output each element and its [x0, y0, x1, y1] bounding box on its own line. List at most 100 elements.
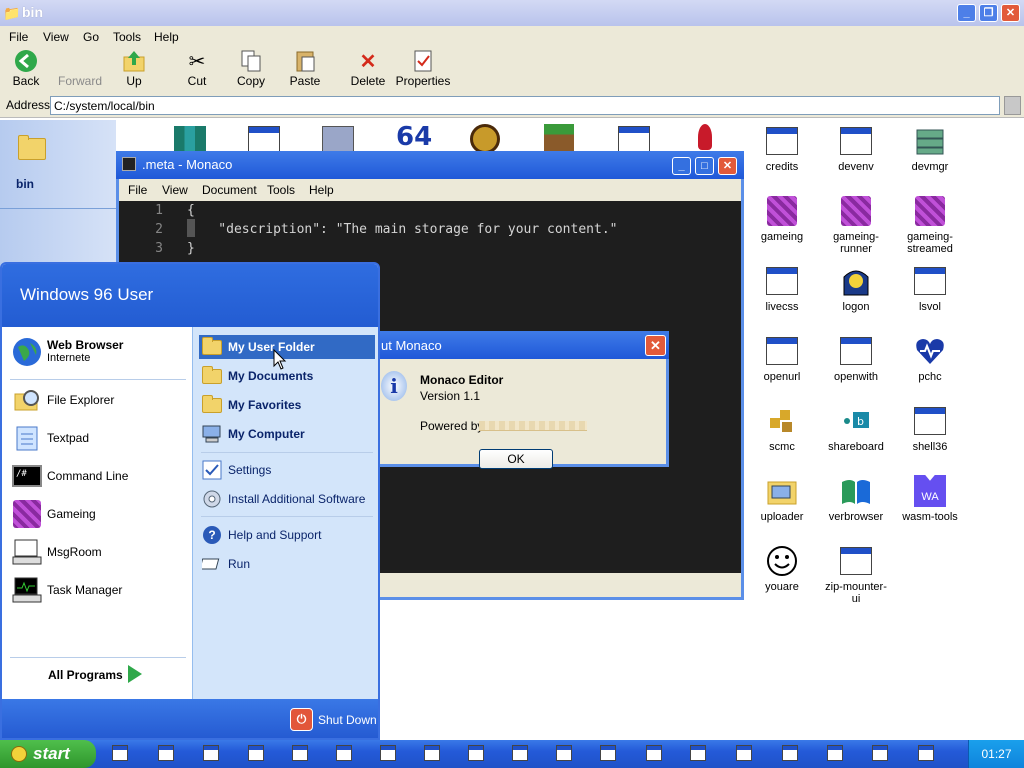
address-input[interactable]	[50, 96, 1000, 115]
taskbar-window-button[interactable]	[292, 745, 308, 761]
file-item-openurl[interactable]: openurl	[747, 334, 817, 383]
window-icon[interactable]	[618, 126, 650, 154]
file-item-openwith[interactable]: openwith	[821, 334, 891, 383]
window-icon[interactable]	[248, 126, 280, 154]
item-help-support[interactable]: ? Help and Support	[199, 523, 375, 547]
close-button[interactable]: ✕	[718, 157, 737, 175]
item-file-explorer[interactable]: File Explorer	[10, 383, 190, 417]
close-button[interactable]: ✕	[645, 335, 666, 356]
file-item-verbrowser[interactable]: verbrowser	[821, 474, 891, 523]
taskbar-window-button[interactable]	[736, 745, 752, 761]
file-item-gameing[interactable]: gameing	[747, 194, 817, 243]
app-icon[interactable]	[174, 126, 206, 152]
computer-icon[interactable]	[322, 126, 354, 152]
menu-file[interactable]: File	[9, 30, 28, 44]
taskbar-window-button[interactable]	[203, 745, 219, 761]
menu-file[interactable]: File	[128, 183, 147, 197]
file-item-credits[interactable]: credits	[747, 124, 817, 173]
wine-icon[interactable]	[698, 124, 712, 150]
menu-tools[interactable]: Tools	[113, 30, 141, 44]
item-settings[interactable]: Settings	[199, 458, 375, 482]
copy-button[interactable]: Copy	[224, 50, 278, 92]
close-button[interactable]: ✕	[1001, 4, 1020, 22]
menu-view[interactable]: View	[162, 183, 188, 197]
file-item-gameing-runner[interactable]: gameing-runner	[821, 194, 891, 255]
maximize-button[interactable]: □	[695, 157, 714, 175]
taskbar-window-button[interactable]	[336, 745, 352, 761]
cut-button[interactable]: ✂ Cut	[170, 50, 224, 92]
ok-button[interactable]: OK	[479, 449, 553, 469]
explorer-titlebar[interactable]: 📁 bin _ ❐ ✕	[0, 0, 1024, 26]
file-item-logon[interactable]: logon	[821, 264, 891, 313]
taskbar-window-button[interactable]	[918, 745, 934, 761]
grass-block-icon[interactable]	[544, 124, 574, 154]
start-button[interactable]: start	[0, 740, 96, 768]
b-badge-icon[interactable]	[470, 124, 500, 154]
file-item-scmc[interactable]: scmc	[747, 404, 817, 453]
file-item-gameing-streamed[interactable]: gameing-streamed	[895, 194, 965, 255]
menu-bar: File View Go Tools Help	[0, 26, 1024, 48]
back-button[interactable]: Back	[0, 50, 53, 92]
file-item-zip-mounter-ui[interactable]: zip-mounter-ui	[821, 544, 891, 605]
menu-go[interactable]: Go	[83, 30, 99, 44]
shutdown-button[interactable]: ⏻ Shut Down	[290, 708, 378, 732]
minimize-button[interactable]: _	[957, 4, 976, 22]
item-command-line[interactable]: /# Command Line	[10, 459, 190, 493]
menu-tools[interactable]: Tools	[267, 183, 295, 197]
item-install-software[interactable]: Install Additional Software	[199, 487, 375, 511]
paste-button[interactable]: Paste	[278, 50, 332, 92]
taskbar-window-button[interactable]	[380, 745, 396, 761]
line-number: 1	[155, 203, 163, 218]
menu-help[interactable]: Help	[309, 183, 334, 197]
taskbar-window-button[interactable]	[248, 745, 264, 761]
taskbar-window-button[interactable]	[646, 745, 662, 761]
minimize-button[interactable]: _	[672, 157, 691, 175]
taskbar-window-button[interactable]	[782, 745, 798, 761]
file-item-lsvol[interactable]: lsvol	[895, 264, 965, 313]
taskbar-window-button[interactable]	[827, 745, 843, 761]
menu-view[interactable]: View	[43, 30, 69, 44]
taskbar-window-button[interactable]	[424, 745, 440, 761]
file-item-uploader[interactable]: uploader	[747, 474, 817, 523]
pinned-web-browser[interactable]: Web Browser Internete	[10, 335, 190, 371]
item-my-favorites[interactable]: My Favorites	[199, 393, 375, 417]
taskbar-window-button[interactable]	[872, 745, 888, 761]
menu-document[interactable]: Document	[202, 183, 257, 197]
taskbar-window-button[interactable]	[600, 745, 616, 761]
sixty-four-icon[interactable]: 64	[396, 122, 432, 152]
file-item-devenv[interactable]: devenv	[821, 124, 891, 173]
monaco-titlebar[interactable]: .meta - Monaco _ □ ✕	[116, 151, 744, 179]
about-titlebar[interactable]: ut Monaco ✕	[372, 331, 669, 359]
delete-button[interactable]: ✕ Delete	[341, 50, 395, 92]
taskbar-window-button[interactable]	[158, 745, 174, 761]
file-item-youare[interactable]: youare	[747, 544, 817, 593]
item-my-user-folder[interactable]: My User Folder	[199, 335, 375, 359]
file-item-shell36[interactable]: shell36	[895, 404, 965, 453]
file-item-pchc[interactable]: pchc	[895, 334, 965, 383]
properties-button[interactable]: Properties	[395, 50, 451, 92]
item-my-documents[interactable]: My Documents	[199, 364, 375, 388]
item-my-computer[interactable]: My Computer	[199, 422, 375, 446]
taskbar-window-button[interactable]	[468, 745, 484, 761]
taskbar-window-button[interactable]	[556, 745, 572, 761]
file-label: shareboard	[828, 441, 884, 453]
file-item-devmgr[interactable]: devmgr	[895, 124, 965, 173]
file-item-shareboard[interactable]: b shareboard	[821, 404, 891, 453]
item-textpad[interactable]: Textpad	[10, 421, 190, 455]
item-msgroom[interactable]: MsgRoom	[10, 535, 190, 569]
forward-button[interactable]: Forward	[53, 50, 107, 92]
menu-help[interactable]: Help	[154, 30, 179, 44]
taskbar-window-button[interactable]	[112, 745, 128, 761]
taskbar-window-button[interactable]	[512, 745, 528, 761]
item-gameing[interactable]: Gameing	[10, 497, 190, 531]
file-item-livecss[interactable]: livecss	[747, 264, 817, 313]
item-task-manager[interactable]: Task Manager	[10, 573, 190, 607]
powered-by-link[interactable]	[479, 421, 587, 431]
taskbar-window-button[interactable]	[690, 745, 706, 761]
maximize-button[interactable]: ❐	[979, 4, 998, 22]
address-go-button[interactable]	[1004, 96, 1021, 115]
file-item-wasm-tools[interactable]: WA wasm-tools	[895, 474, 965, 523]
item-run[interactable]: Run	[199, 552, 375, 576]
up-button[interactable]: Up	[107, 50, 161, 92]
all-programs-button[interactable]: All Programs	[32, 663, 182, 687]
